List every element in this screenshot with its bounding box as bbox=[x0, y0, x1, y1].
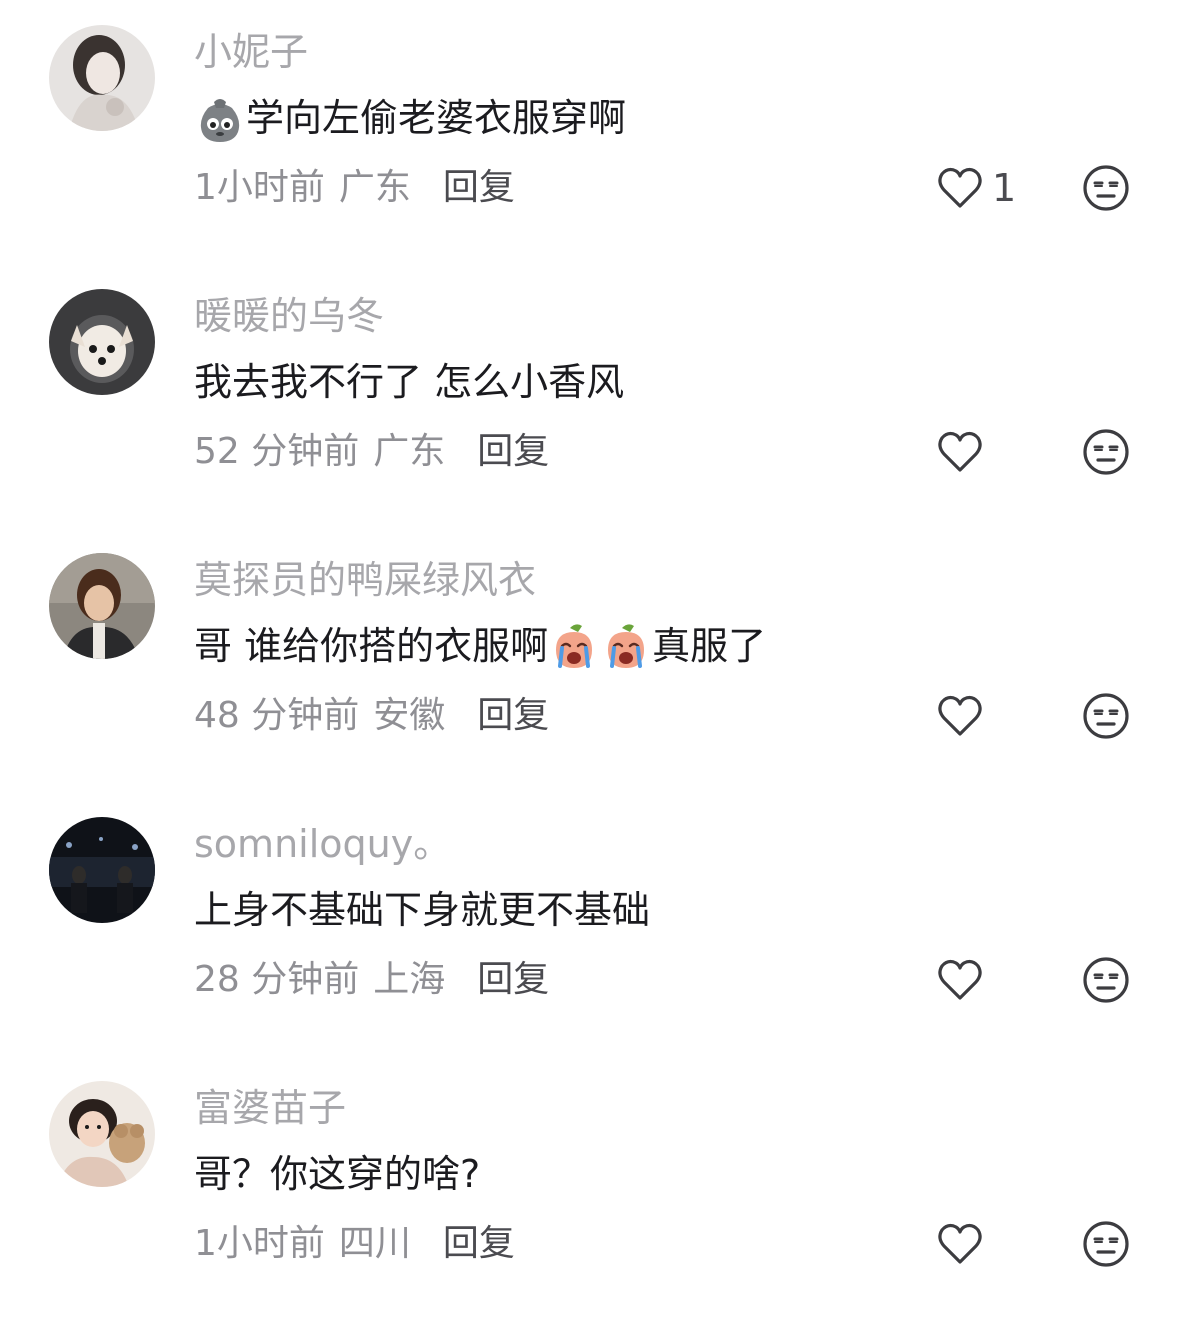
comment-location: 广东 bbox=[338, 167, 411, 208]
avatar[interactable] bbox=[49, 25, 155, 131]
reply-button[interactable]: 回复 bbox=[477, 688, 549, 744]
comment-body: 我去我不行了 怎么小香风 bbox=[194, 354, 624, 410]
heart-outline-icon bbox=[934, 954, 986, 1006]
dislike-button[interactable] bbox=[1082, 428, 1130, 476]
comment-location: 安徽 bbox=[373, 695, 446, 736]
comment-meta: 1小时前 四川 回复 bbox=[194, 1216, 515, 1272]
comment-text: 我去我不行了 怎么小香风 bbox=[194, 360, 625, 404]
heart-outline-icon bbox=[934, 690, 986, 742]
comment-body: 学向左偷老婆衣服穿啊 bbox=[194, 90, 626, 146]
unamused-face-icon bbox=[1082, 428, 1130, 476]
comment-location: 上海 bbox=[373, 959, 446, 1000]
comment-time: 1小时前 bbox=[194, 167, 325, 208]
comment-username[interactable]: 莫探员的鸭屎绿风衣 bbox=[194, 556, 536, 604]
unamused-face-icon bbox=[1082, 692, 1130, 740]
avatar[interactable] bbox=[49, 817, 155, 923]
avatar[interactable] bbox=[49, 1081, 155, 1187]
avatar[interactable] bbox=[49, 553, 155, 659]
comment-body: 哥 谁给你搭的衣服啊 真服了 bbox=[194, 618, 766, 674]
like-button[interactable] bbox=[934, 1218, 986, 1270]
comment-meta: 1小时前 广东 回复 bbox=[194, 160, 515, 216]
like-button[interactable] bbox=[934, 690, 986, 742]
comment-location: 四川 bbox=[338, 1223, 411, 1264]
comment-item: 富婆苗子 哥？你这穿的啥? 1小时前 四川 回复 bbox=[0, 1056, 1179, 1320]
heart-outline-icon bbox=[934, 426, 986, 478]
comment-meta: 48 分钟前 安徽 回复 bbox=[194, 688, 549, 744]
unamused-face-icon bbox=[1082, 956, 1130, 1004]
comment-text: 学向左偷老婆衣服穿啊 bbox=[246, 96, 627, 140]
like-count: 1 bbox=[992, 166, 1017, 210]
comment-meta: 52 分钟前 广东 回复 bbox=[194, 424, 549, 480]
dislike-button[interactable] bbox=[1082, 956, 1130, 1004]
reply-button[interactable]: 回复 bbox=[477, 952, 549, 1008]
comment-username[interactable]: 富婆苗子 bbox=[194, 1084, 346, 1132]
comment-text: 哥 谁给你搭的衣服啊 bbox=[194, 624, 549, 668]
comment-username[interactable]: somniloquy。 bbox=[194, 820, 451, 868]
like-button[interactable]: 1 bbox=[934, 162, 1016, 214]
reply-button[interactable]: 回复 bbox=[443, 1216, 515, 1272]
comment-item: 小妮子 学向左偷老婆衣服穿啊 1小时前 广东 回复 1 bbox=[0, 0, 1179, 264]
dislike-button[interactable] bbox=[1082, 164, 1130, 212]
dislike-button[interactable] bbox=[1082, 1220, 1130, 1268]
like-button[interactable] bbox=[934, 426, 986, 478]
comment-item: 莫探员的鸭屎绿风衣 哥 谁给你搭的衣服啊 真服了 48 分钟前 安徽 回复 bbox=[0, 528, 1179, 792]
like-button[interactable] bbox=[934, 954, 986, 1006]
comment-location: 广东 bbox=[373, 431, 446, 472]
dislike-button[interactable] bbox=[1082, 692, 1130, 740]
comment-text-tail: 真服了 bbox=[652, 624, 767, 668]
comment-time: 28 分钟前 bbox=[194, 959, 360, 1000]
unamused-face-icon bbox=[1082, 164, 1130, 212]
crying-peach-emoji bbox=[548, 620, 600, 672]
comment-time: 1小时前 bbox=[194, 1223, 325, 1264]
comment-item: somniloquy。 上身不基础下身就更不基础 28 分钟前 上海 回复 bbox=[0, 792, 1179, 1056]
reply-button[interactable]: 回复 bbox=[477, 424, 549, 480]
reply-button[interactable]: 回复 bbox=[443, 160, 515, 216]
comment-username[interactable]: 小妮子 bbox=[194, 28, 308, 76]
heart-outline-icon bbox=[934, 1218, 986, 1270]
comment-time: 48 分钟前 bbox=[194, 695, 360, 736]
heart-outline-icon bbox=[934, 162, 986, 214]
comment-text: 上身不基础下身就更不基础 bbox=[194, 888, 651, 932]
comment-body: 上身不基础下身就更不基础 bbox=[194, 882, 650, 938]
avatar[interactable] bbox=[49, 289, 155, 395]
comment-username[interactable]: 暖暖的乌冬 bbox=[194, 292, 384, 340]
unamused-face-icon bbox=[1082, 1220, 1130, 1268]
comment-meta: 28 分钟前 上海 回复 bbox=[194, 952, 549, 1008]
crying-peach-emoji bbox=[600, 620, 652, 672]
comment-body: 哥？你这穿的啥? bbox=[194, 1146, 480, 1202]
comment-time: 52 分钟前 bbox=[194, 431, 360, 472]
sack-face-emoji bbox=[194, 92, 246, 144]
comment-text: 哥？你这穿的啥? bbox=[194, 1152, 481, 1196]
comment-item: 暖暖的乌冬 我去我不行了 怎么小香风 52 分钟前 广东 回复 bbox=[0, 264, 1179, 528]
